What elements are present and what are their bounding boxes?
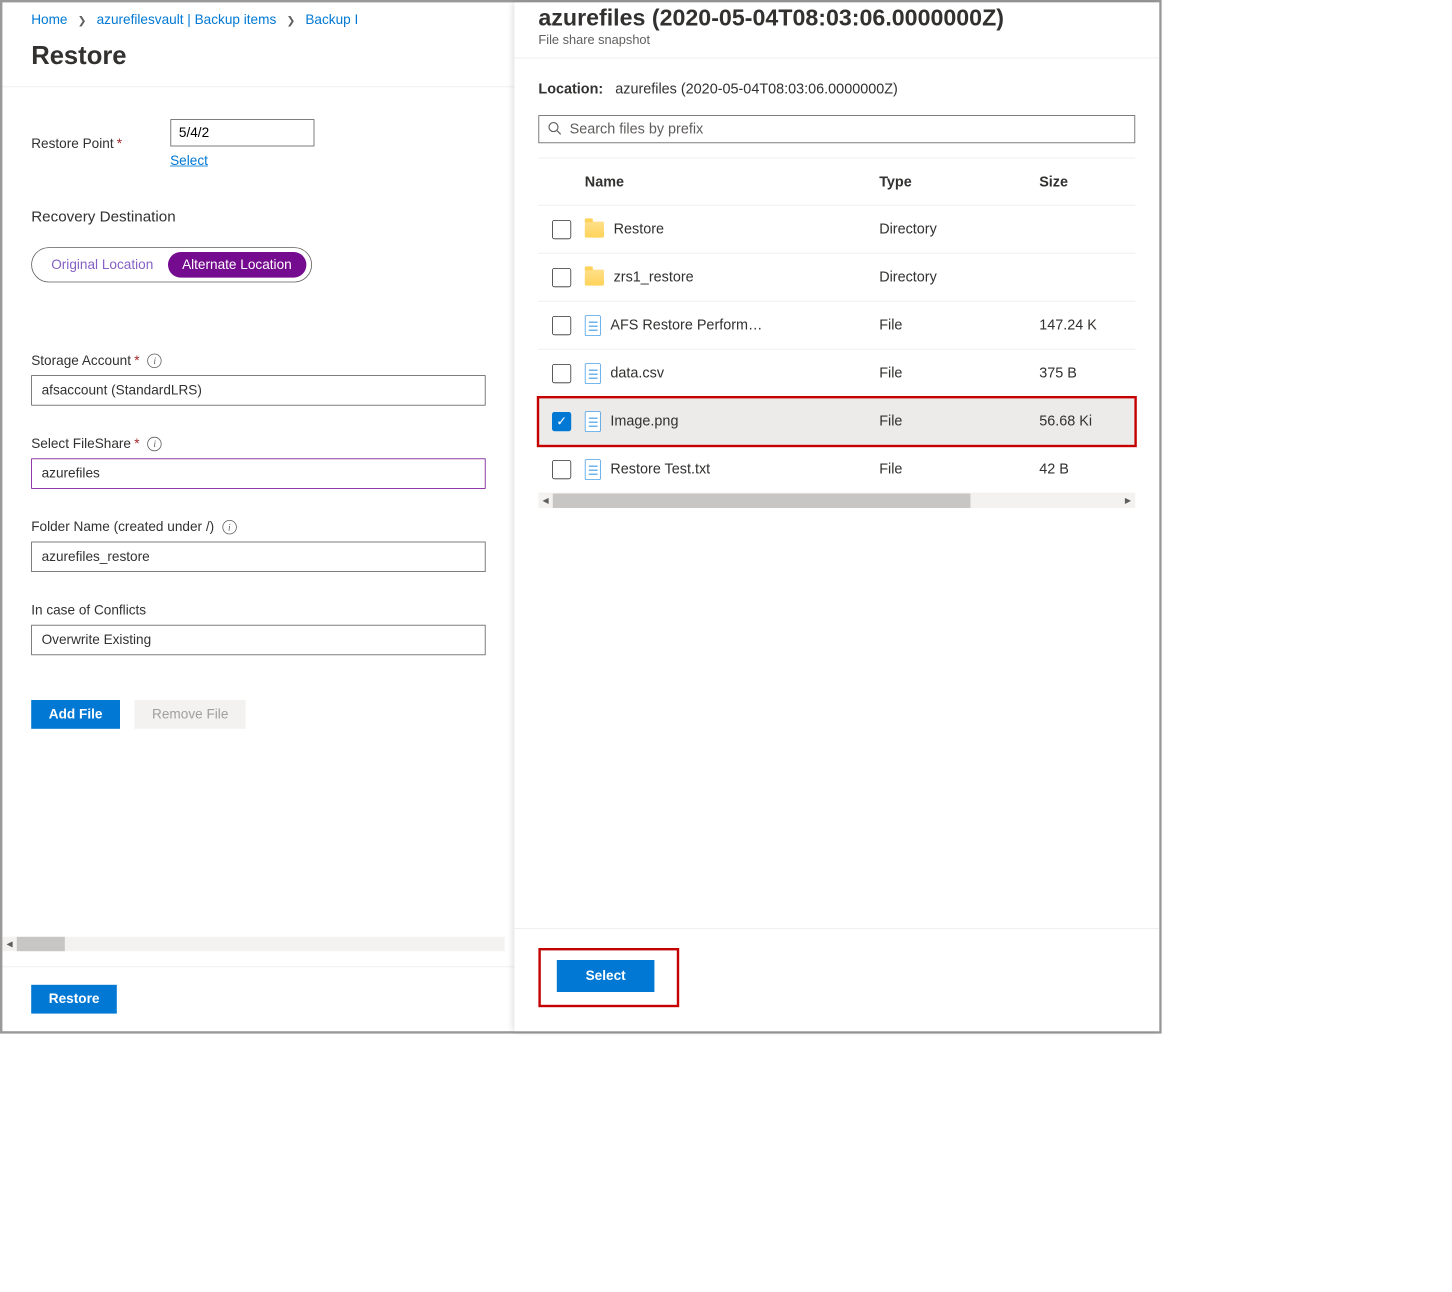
scroll-left-icon[interactable]: ◀ xyxy=(538,494,552,508)
required-indicator: * xyxy=(134,353,139,369)
location-row: Location: azurefiles (2020-05-04T08:03:0… xyxy=(538,81,1135,98)
info-icon[interactable]: i xyxy=(222,520,236,534)
fileshare-input[interactable] xyxy=(31,458,485,488)
row-type: Directory xyxy=(879,221,1039,238)
required-indicator: * xyxy=(117,136,122,152)
row-size: 375 B xyxy=(1039,365,1135,382)
row-name: AFS Restore Perform… xyxy=(610,317,762,334)
restore-point-label: Restore Point xyxy=(31,136,113,152)
pill-original-location[interactable]: Original Location xyxy=(37,252,168,278)
table-row[interactable]: Restore Directory xyxy=(538,206,1135,254)
horizontal-scrollbar[interactable]: ◀ xyxy=(2,937,504,951)
pill-alternate-location[interactable]: Alternate Location xyxy=(168,252,306,278)
chevron-right-icon: ❯ xyxy=(78,14,87,26)
storage-account-label: Storage Account xyxy=(31,353,131,369)
row-type: File xyxy=(879,413,1039,430)
row-checkbox[interactable] xyxy=(552,316,571,335)
scroll-left-icon[interactable]: ◀ xyxy=(2,937,16,951)
remove-file-button: Remove File xyxy=(134,700,246,729)
folder-icon xyxy=(585,269,604,285)
file-icon xyxy=(585,315,601,336)
add-file-button[interactable]: Add File xyxy=(31,700,120,729)
select-restore-point-link[interactable]: Select xyxy=(170,153,486,169)
breadcrumb-tail[interactable]: Backup I xyxy=(305,12,358,27)
search-icon xyxy=(547,121,561,138)
required-indicator: * xyxy=(134,436,139,452)
breadcrumb: Home ❯ azurefilesvault | Backup items ❯ … xyxy=(2,2,514,34)
file-picker-panel: azurefiles (2020-05-04T08:03:06.0000000Z… xyxy=(514,2,1159,1031)
table-row[interactable]: zrs1_restore Directory xyxy=(538,254,1135,302)
folder-icon xyxy=(585,221,604,237)
chevron-right-icon: ❯ xyxy=(286,14,295,26)
storage-account-input[interactable] xyxy=(31,375,485,405)
file-icon xyxy=(585,363,601,384)
table-row[interactable]: data.csv File375 B xyxy=(538,350,1135,398)
row-checkbox[interactable] xyxy=(552,460,571,479)
restore-button[interactable]: Restore xyxy=(31,985,117,1014)
row-type: Directory xyxy=(879,269,1039,286)
table-row[interactable]: Restore Test.txt File42 B xyxy=(538,446,1135,494)
row-name: data.csv xyxy=(610,365,664,382)
search-box[interactable] xyxy=(538,115,1135,143)
row-size: 56.68 Ki xyxy=(1039,413,1135,430)
restore-footer: Restore xyxy=(2,966,514,1031)
row-name: Restore xyxy=(614,221,664,238)
row-checkbox[interactable]: ✓ xyxy=(552,412,571,431)
recovery-destination-heading: Recovery Destination xyxy=(31,209,485,227)
recovery-destination-toggle[interactable]: Original Location Alternate Location xyxy=(31,247,312,282)
file-icon xyxy=(585,459,601,480)
row-name: Image.png xyxy=(610,413,678,430)
scroll-right-icon[interactable]: ▶ xyxy=(1121,494,1135,508)
panel-subtitle: File share snapshot xyxy=(538,34,1135,48)
column-type[interactable]: Type xyxy=(879,173,1039,190)
location-value: azurefiles (2020-05-04T08:03:06.0000000Z… xyxy=(615,81,898,97)
folder-name-input[interactable] xyxy=(31,542,485,572)
restore-form: Restore Point * Select Recovery Destinat… xyxy=(2,119,514,729)
row-size: 147.24 K xyxy=(1039,317,1135,334)
conflicts-input[interactable] xyxy=(31,625,485,655)
table-row[interactable]: ✓ Image.png File56.68 Ki xyxy=(538,398,1135,446)
row-checkbox[interactable] xyxy=(552,268,571,287)
search-input[interactable] xyxy=(570,121,1127,138)
row-type: File xyxy=(879,317,1039,334)
info-icon[interactable]: i xyxy=(148,354,162,368)
info-icon[interactable]: i xyxy=(147,437,161,451)
panel-title: azurefiles (2020-05-04T08:03:06.0000000Z… xyxy=(538,6,1135,32)
page-title: Restore xyxy=(2,34,514,87)
file-picker-footer: Select xyxy=(514,928,1159,1031)
conflicts-label: In case of Conflicts xyxy=(31,602,146,618)
fileshare-label: Select FileShare xyxy=(31,436,131,452)
table-horizontal-scrollbar[interactable]: ◀ ▶ xyxy=(538,494,1135,508)
highlight-select-button: Select xyxy=(538,948,679,1007)
column-name[interactable]: Name xyxy=(585,173,879,190)
row-type: File xyxy=(879,461,1039,478)
row-size: 42 B xyxy=(1039,461,1135,478)
breadcrumb-home[interactable]: Home xyxy=(31,12,67,27)
row-name: zrs1_restore xyxy=(614,269,694,286)
folder-name-label: Folder Name (created under /) xyxy=(31,519,214,535)
select-button[interactable]: Select xyxy=(557,960,655,992)
restore-panel: Home ❯ azurefilesvault | Backup items ❯ … xyxy=(2,2,514,1031)
table-row[interactable]: AFS Restore Perform… File147.24 K xyxy=(538,302,1135,350)
file-table: NameTypeSize RestoreDirectoryzrs1_restor… xyxy=(538,158,1135,508)
restore-point-input[interactable] xyxy=(170,119,314,146)
row-checkbox[interactable] xyxy=(552,220,571,239)
row-checkbox[interactable] xyxy=(552,364,571,383)
file-icon xyxy=(585,411,601,432)
breadcrumb-vault[interactable]: azurefilesvault | Backup items xyxy=(97,12,277,27)
column-size[interactable]: Size xyxy=(1039,173,1135,190)
row-type: File xyxy=(879,365,1039,382)
location-label: Location: xyxy=(538,81,603,97)
row-name: Restore Test.txt xyxy=(610,461,710,478)
